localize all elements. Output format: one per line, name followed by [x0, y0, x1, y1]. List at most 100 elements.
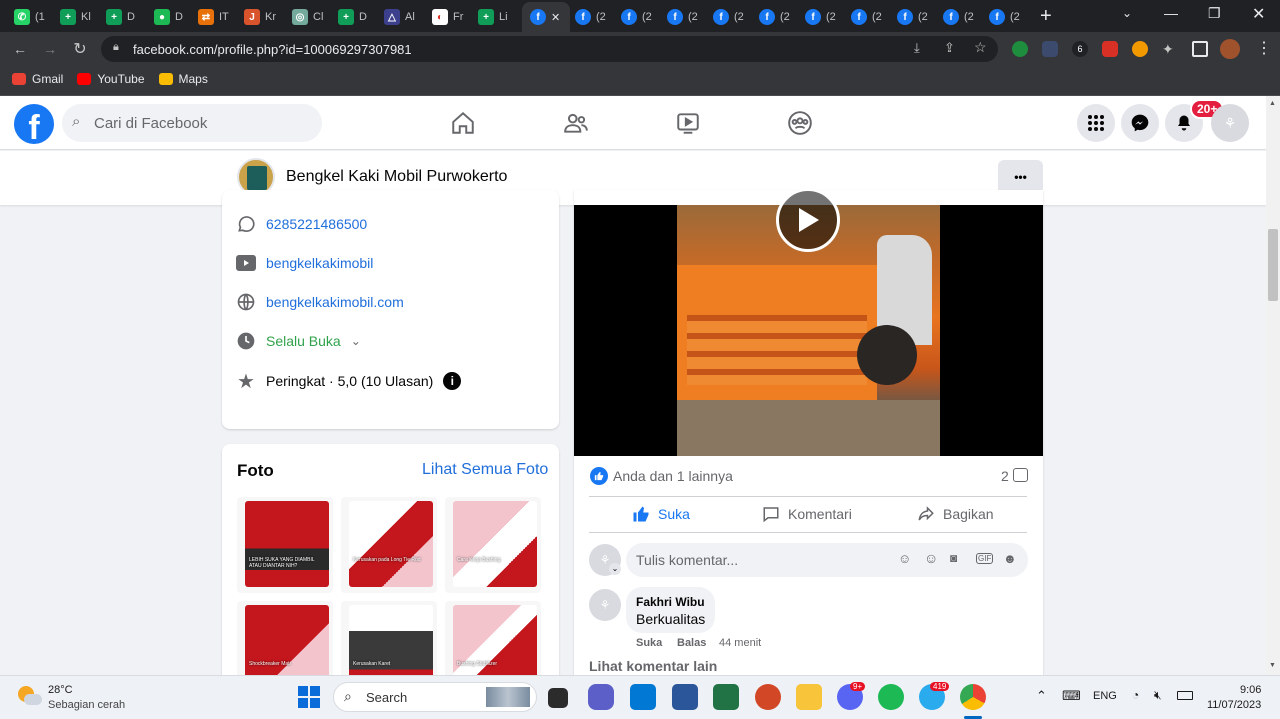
- facebook-tab[interactable]: f (2: [897, 4, 928, 30]
- extension-orange-icon[interactable]: [1132, 41, 1148, 57]
- facebook-tab[interactable]: f (2: [667, 4, 698, 30]
- browser-tab[interactable]: △ Al: [384, 4, 415, 30]
- facebook-tab[interactable]: f (2: [805, 4, 836, 30]
- facebook-search-input[interactable]: ⌕ Cari di Facebook: [62, 104, 322, 142]
- commenter-avatar[interactable]: ⚘: [589, 589, 621, 621]
- menu-grid-button[interactable]: [1077, 104, 1115, 142]
- comment-like-link[interactable]: Suka: [636, 637, 662, 649]
- chrome-icon[interactable]: [960, 684, 986, 710]
- battery-icon[interactable]: [1177, 691, 1193, 700]
- messenger-button[interactable]: [1121, 104, 1159, 142]
- watch-icon[interactable]: [673, 108, 703, 138]
- reload-icon[interactable]: ↻: [70, 39, 90, 59]
- gif-icon[interactable]: GIF: [976, 553, 994, 564]
- extension-6-icon[interactable]: 6: [1072, 41, 1088, 57]
- task-view-icon[interactable]: [548, 688, 568, 708]
- close-tab-icon[interactable]: ✕: [551, 11, 560, 24]
- more-comments-link[interactable]: Lihat komentar lain: [589, 658, 717, 674]
- photo-thumbnail[interactable]: Cara Kerja Bushing: [445, 497, 541, 593]
- play-button[interactable]: [776, 188, 840, 252]
- minimize-button[interactable]: —: [1164, 5, 1178, 21]
- active-tab[interactable]: f ✕: [522, 2, 570, 32]
- whatsapp-number[interactable]: 6285221486500: [266, 216, 367, 232]
- new-tab-button[interactable]: +: [1040, 5, 1052, 28]
- show-hidden-icons[interactable]: ⌃: [1036, 688, 1047, 704]
- browser-tab[interactable]: ✆ (1: [14, 4, 45, 30]
- powerpoint-icon[interactable]: [755, 684, 781, 710]
- intro-hours-row[interactable]: Selalu Buka ⌄: [236, 331, 361, 351]
- comment-reply-link[interactable]: Balas: [677, 637, 706, 649]
- home-icon[interactable]: [448, 108, 478, 138]
- browser-tab[interactable]: ◐ Fr: [432, 4, 463, 30]
- browser-tab[interactable]: + D: [106, 4, 135, 30]
- bookmark-star-icon[interactable]: ☆: [974, 39, 987, 56]
- youtube-link[interactable]: bengkelkakimobil: [266, 255, 373, 271]
- browser-tab[interactable]: ● D: [154, 4, 183, 30]
- camera-icon[interactable]: ◙: [950, 551, 957, 565]
- browser-tab[interactable]: ⇄ IT: [198, 4, 229, 30]
- info-icon[interactable]: i: [443, 372, 462, 390]
- scroll-down-arrow-icon[interactable]: ▼: [1269, 662, 1276, 669]
- extension-shield-icon[interactable]: [1042, 41, 1058, 57]
- address-bar[interactable]: 🔒︎ facebook.com/profile.php?id=100069297…: [101, 36, 998, 62]
- comment-author[interactable]: Fakhri Wibu: [636, 595, 705, 609]
- page-scrollbar[interactable]: ▲ ▼: [1266, 96, 1280, 675]
- bookmark-maps[interactable]: Maps: [158, 72, 208, 86]
- profile-avatar[interactable]: [1220, 39, 1240, 59]
- facebook-tab[interactable]: f (2: [759, 4, 790, 30]
- language-indicator[interactable]: ENG: [1093, 690, 1117, 702]
- more-options-button[interactable]: •••: [998, 160, 1043, 194]
- browser-tab[interactable]: + Kl: [60, 4, 91, 30]
- browser-tab[interactable]: + Li: [478, 4, 508, 30]
- photo-thumbnail[interactable]: Kerusakan pada Long Tie Rod: [341, 497, 437, 593]
- side-panel-icon[interactable]: [1192, 41, 1208, 57]
- photo-thumbnail[interactable]: LEBIH SUKA YANG DIAMBIL ATAU DIANTAR NIH…: [237, 497, 333, 593]
- facebook-tab[interactable]: f (2: [989, 4, 1020, 30]
- comment-input[interactable]: Tulis komentar... ☺ ☺ ◙ GIF ☻: [626, 543, 1028, 577]
- facebook-tab[interactable]: f (2: [851, 4, 882, 30]
- facebook-logo-icon[interactable]: f: [14, 104, 54, 144]
- facebook-tab[interactable]: f (2: [713, 4, 744, 30]
- chrome-menu-icon[interactable]: ⋮: [1256, 38, 1272, 58]
- avatar-sticker-icon[interactable]: ☺: [898, 551, 911, 566]
- facebook-tab[interactable]: f (2: [621, 4, 652, 30]
- back-icon[interactable]: ←: [10, 39, 30, 59]
- weather-temp[interactable]: 28°C: [48, 684, 73, 696]
- page-name[interactable]: Bengkel Kaki Mobil Purwokerto: [286, 168, 507, 186]
- comment-count[interactable]: 2: [1001, 468, 1009, 484]
- spotify-icon[interactable]: [878, 684, 904, 710]
- facebook-tab[interactable]: f (2: [943, 4, 974, 30]
- restore-button[interactable]: ❐: [1208, 5, 1221, 22]
- facebook-tab[interactable]: f (2: [575, 4, 606, 30]
- keyboard-icon[interactable]: ⌨: [1062, 688, 1081, 704]
- teams-icon[interactable]: [588, 684, 614, 710]
- extension-red-icon[interactable]: [1102, 41, 1118, 57]
- friends-icon[interactable]: [561, 108, 591, 138]
- wifi-icon[interactable]: ◔: [1132, 688, 1139, 702]
- extensions-puzzle-icon[interactable]: ✦: [1162, 41, 1178, 57]
- volume-muted-icon[interactable]: 🔇︎: [1154, 688, 1162, 703]
- chevron-down-icon[interactable]: ⌄: [609, 563, 621, 575]
- browser-tab[interactable]: ◎ Cl: [292, 4, 323, 30]
- windows-start-icon[interactable]: [298, 686, 320, 708]
- account-avatar[interactable]: ⚘: [1211, 104, 1249, 142]
- see-all-photos-link[interactable]: Lihat Semua Foto: [422, 461, 548, 479]
- share-icon[interactable]: ⇪: [944, 40, 955, 56]
- taskbar-search[interactable]: ⌕ Search: [333, 682, 537, 712]
- post-video[interactable]: [574, 188, 1043, 456]
- install-icon[interactable]: ⤓: [914, 40, 920, 56]
- weather-icon[interactable]: [18, 686, 42, 708]
- bookmark-youtube[interactable]: YouTube: [77, 72, 145, 86]
- browser-tab[interactable]: J Kr: [244, 4, 276, 30]
- sticker-icon[interactable]: ☻: [1003, 551, 1017, 566]
- file-explorer-icon[interactable]: [796, 684, 822, 710]
- clock-date[interactable]: 11/07/2023: [1207, 699, 1261, 711]
- like-button[interactable]: Suka: [632, 498, 690, 530]
- forward-icon[interactable]: →: [40, 39, 60, 59]
- scrollbar-thumb[interactable]: [1268, 229, 1278, 301]
- vscode-icon[interactable]: [630, 684, 656, 710]
- website-link[interactable]: bengkelkakimobil.com: [266, 294, 404, 310]
- close-window-button[interactable]: ✕: [1252, 4, 1265, 24]
- share-button[interactable]: Bagikan: [917, 498, 994, 530]
- browser-tab[interactable]: + D: [338, 4, 367, 30]
